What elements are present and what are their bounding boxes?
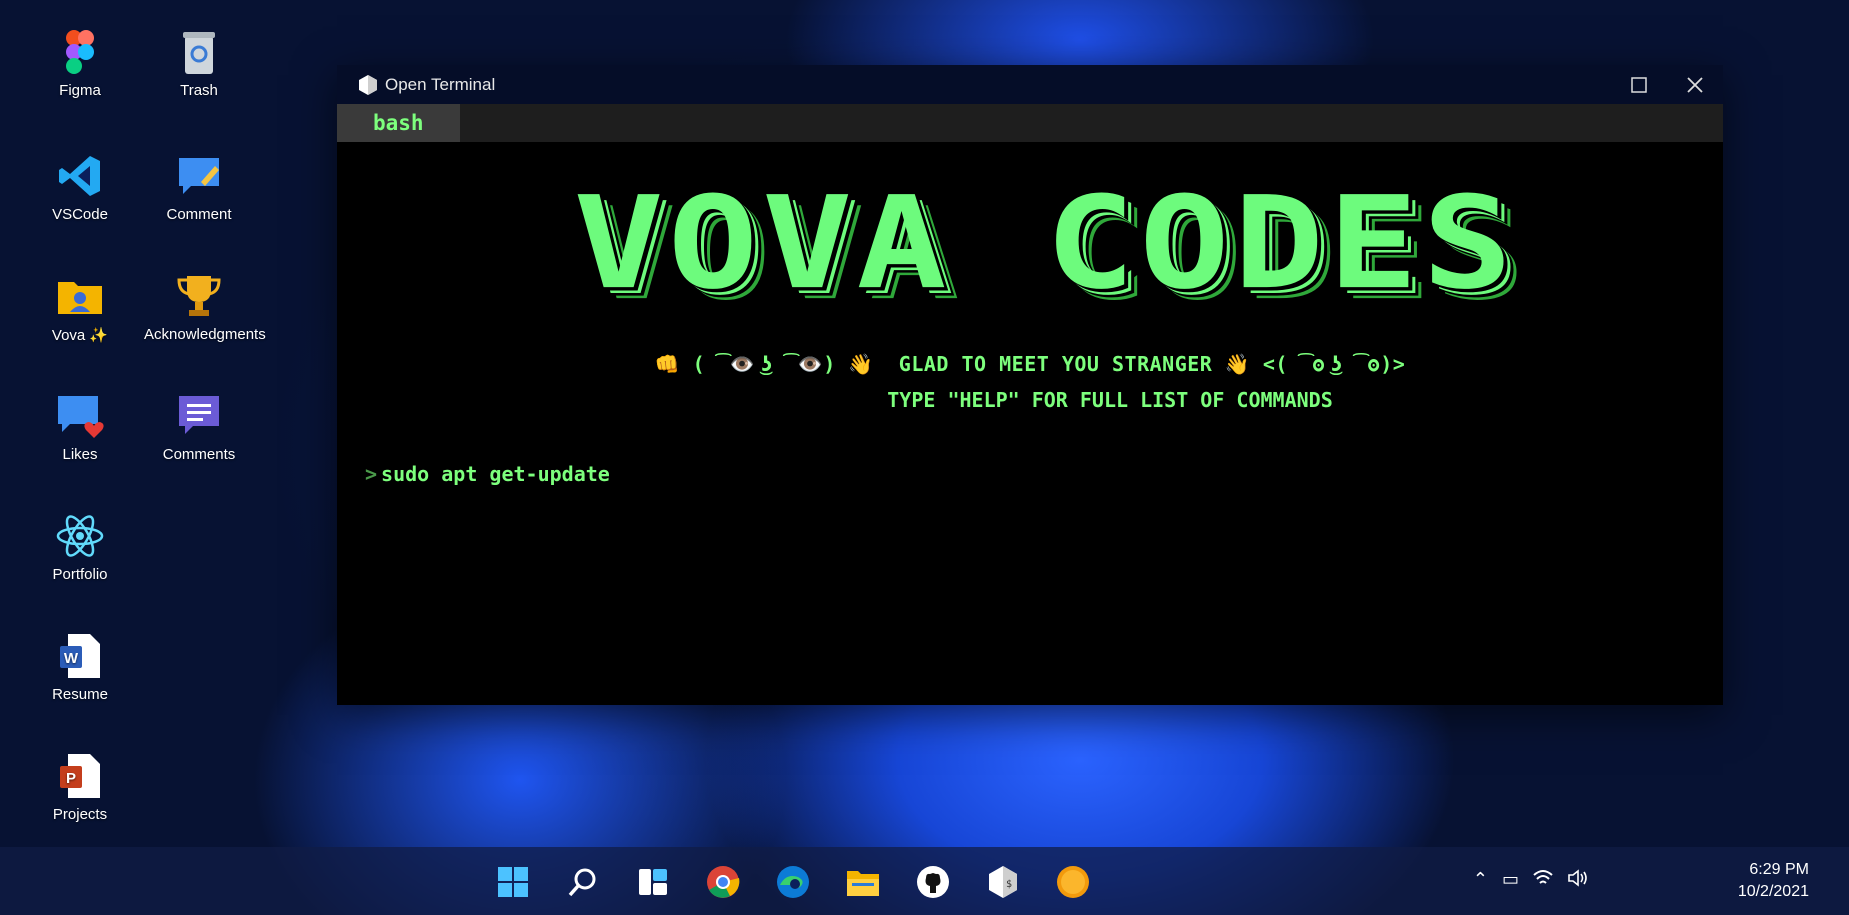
start-button[interactable] (490, 859, 536, 905)
desktop-icon-acknowledgments[interactable]: Acknowledgments (144, 272, 266, 343)
maximize-icon (1631, 76, 1647, 93)
banner-text: VOVA CODES (573, 169, 1517, 318)
prompt-symbol: > (365, 462, 378, 486)
desktop-icon-vova[interactable]: Vova ✨ (25, 272, 135, 344)
desktop-icon-comment[interactable]: Comment (144, 152, 254, 223)
terminal-taskbar-button[interactable]: $ (980, 859, 1026, 905)
comments-icon (179, 396, 219, 434)
desktop-icon-comments[interactable]: Comments (144, 392, 254, 463)
terminal-icon: $ (989, 866, 1017, 898)
folder-icon (847, 871, 879, 896)
close-icon (1687, 76, 1703, 93)
system-tray: ⌃ ▭ (1473, 869, 1589, 890)
trophy-icon (177, 276, 221, 316)
command-text[interactable]: sudo apt get-update (381, 462, 610, 486)
terminal-window: Open Terminal bash VOVA CODES 👊 ( ͡👁️ ͜ʖ… (337, 65, 1723, 705)
clock-time: 6:29 PM (1749, 861, 1809, 878)
taskbar: $ ⌃ ▭ 6:29 PM 10/2/2021 (0, 847, 1849, 915)
tab-bar: bash (337, 104, 1723, 142)
maximize-button[interactable] (1611, 65, 1667, 104)
desktop-icon-likes[interactable]: Likes (25, 392, 135, 463)
close-button[interactable] (1667, 65, 1723, 104)
user-folder-icon (58, 282, 102, 314)
comment-icon (179, 158, 219, 194)
svg-text:W: W (64, 650, 79, 667)
ascii-banner: VOVA CODES (520, 180, 1570, 330)
desktop-icon-portfolio[interactable]: Portfolio (25, 512, 135, 583)
desktop-icon-trash[interactable]: Trash (144, 28, 254, 99)
window-title: Open Terminal (385, 74, 496, 94)
trash-icon (183, 32, 215, 74)
desktop-icon-resume[interactable]: W Resume (25, 632, 135, 703)
taskbar-apps: $ (490, 859, 1096, 905)
start-icon (498, 867, 528, 897)
command-line[interactable]: > sudo apt get-update (365, 462, 610, 486)
chevron-up-icon[interactable]: ⌃ (1473, 869, 1488, 890)
wave-emoji-right: 👋 (1224, 352, 1251, 376)
edge-icon (777, 866, 809, 898)
figma-icon (66, 30, 94, 74)
likes-icon (58, 396, 104, 438)
chrome-button[interactable] (700, 859, 746, 905)
widgets-button[interactable] (630, 859, 676, 905)
sun-app-button[interactable] (1050, 859, 1096, 905)
terminal-app-icon (359, 74, 377, 95)
powerpoint-icon: P (60, 754, 100, 798)
desktop-icon-vscode[interactable]: VSCode (25, 152, 135, 223)
fist-emoji: 👊 (654, 352, 681, 376)
tab-bash[interactable]: bash (337, 104, 460, 142)
search-icon (568, 868, 596, 897)
wifi-icon[interactable] (1533, 869, 1553, 887)
desktop-icon-figma[interactable]: Figma (25, 28, 135, 99)
chrome-icon (707, 866, 740, 898)
file-explorer-button[interactable] (840, 859, 886, 905)
edge-button[interactable] (770, 859, 816, 905)
right-face: <( ͡ʘ ͜ʖ ͡ʘ)> (1262, 352, 1406, 376)
clock[interactable]: 6:29 PM 10/2/2021 (1738, 859, 1809, 903)
volume-icon[interactable] (1567, 869, 1589, 887)
github-button[interactable] (910, 859, 956, 905)
react-icon (56, 515, 104, 557)
left-face: ( ͡👁️ ͜ʖ ͡👁️) (692, 352, 836, 376)
battery-icon[interactable]: ▭ (1502, 869, 1519, 890)
github-icon (917, 866, 949, 898)
greeting-text: GLAD TO MEET YOU STRANGER (898, 352, 1213, 376)
svg-text:$: $ (1006, 879, 1012, 890)
clock-date: 10/2/2021 (1737, 883, 1809, 900)
sun-icon (1057, 866, 1089, 898)
title-bar[interactable]: Open Terminal (337, 65, 1723, 104)
vscode-icon (59, 156, 100, 196)
greeting-line: 👊 ( ͡👁️ ͜ʖ ͡👁️) 👋 GLAD TO MEET YOU STRAN… (337, 352, 1723, 377)
desktop-icon-projects[interactable]: P Projects (25, 752, 135, 823)
search-button[interactable] (560, 859, 606, 905)
word-document-icon: W (60, 634, 100, 678)
svg-text:P: P (66, 770, 76, 787)
terminal-body[interactable]: VOVA CODES 👊 ( ͡👁️ ͜ʖ ͡👁️) 👋 GLAD TO MEE… (337, 142, 1723, 705)
help-hint: TYPE "HELP" FOR FULL LIST OF COMMANDS (887, 388, 1333, 412)
wave-emoji-left: 👋 (848, 352, 874, 376)
widgets-icon (639, 869, 667, 895)
